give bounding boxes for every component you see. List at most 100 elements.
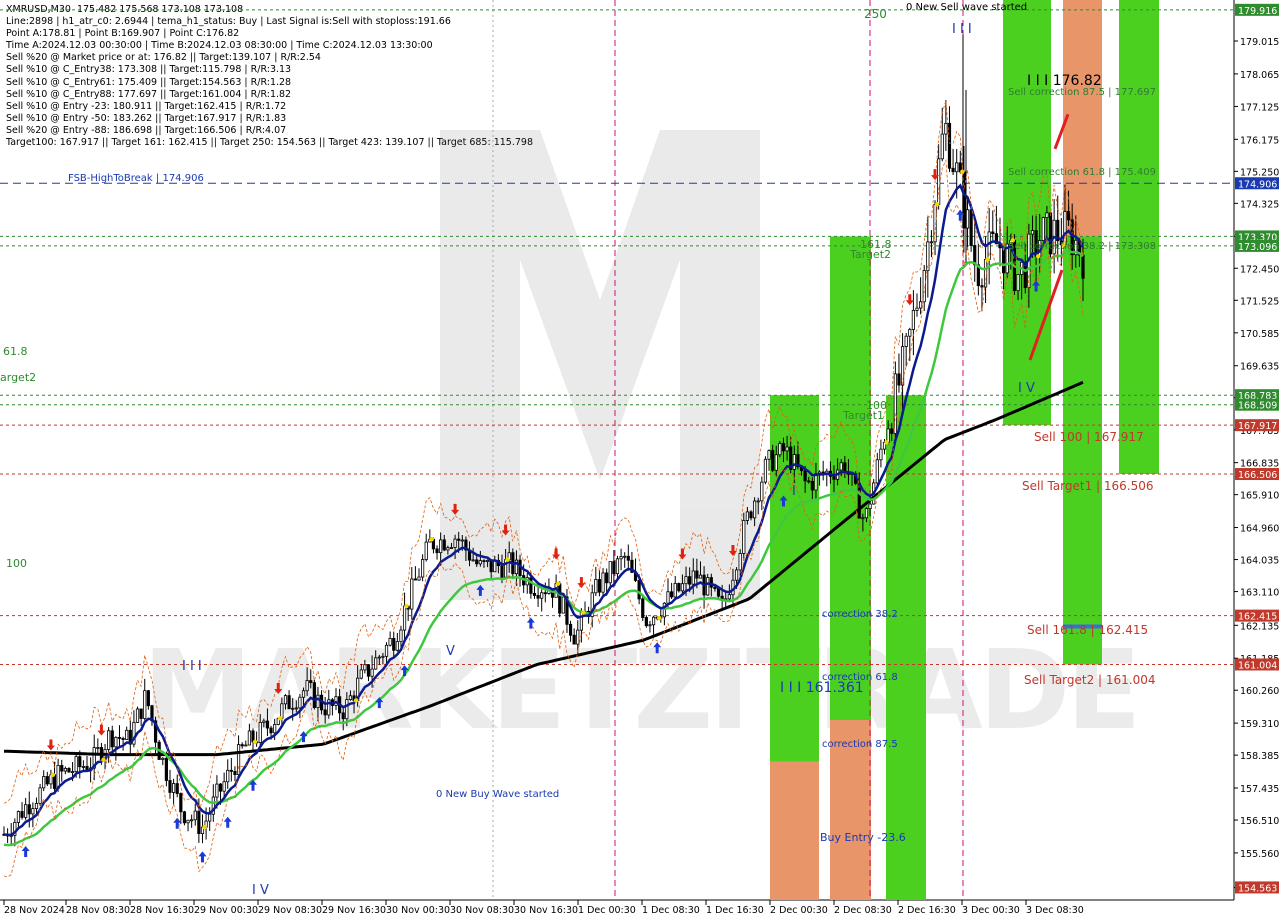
candle-body: [399, 629, 403, 643]
y-tick-label: 155.560: [1240, 849, 1279, 860]
y-tick-label: 159.310: [1240, 719, 1279, 730]
signal-dot: [252, 739, 258, 745]
price-tag-label: 167.917: [1238, 421, 1277, 432]
candle-body: [117, 737, 122, 739]
candle-body: [291, 707, 295, 710]
candle-body: [803, 470, 807, 482]
candle-body: [641, 598, 645, 618]
candle-body: [861, 517, 865, 520]
buy-arrow-icon: [223, 816, 232, 828]
candle-body: [1066, 211, 1071, 221]
chart-annotation: Sell correction 38.2 | 173.308: [1008, 241, 1156, 252]
price-chart[interactable]: MARKETZITRADE FSB-HighToBreak | 174.906 0 …: [0, 0, 1280, 920]
candle-body: [691, 570, 695, 585]
candle-body: [81, 766, 85, 768]
candle-body: [864, 508, 869, 519]
candle-body: [940, 133, 944, 160]
y-tick-label: 164.035: [1240, 556, 1279, 567]
candle-body: [915, 307, 919, 311]
candle-body: [388, 637, 392, 646]
candle-body: [60, 765, 64, 772]
candle-body: [363, 664, 367, 671]
candle-body: [626, 555, 630, 561]
candle-body: [56, 765, 60, 789]
candle-body: [265, 720, 270, 729]
signal-dot: [960, 169, 965, 174]
candle-body: [161, 757, 165, 760]
candle-body: [52, 774, 57, 789]
chart-annotation: I: [792, 484, 796, 499]
candle-body: [695, 570, 699, 579]
candle-body: [341, 712, 345, 720]
signal-dot: [1035, 254, 1041, 259]
candle-body: [532, 592, 537, 596]
candle-body: [911, 310, 915, 330]
candle-body: [172, 783, 176, 793]
candle-body: [897, 373, 901, 386]
signal-zone: [770, 761, 819, 900]
candle-body: [615, 558, 620, 575]
candle-body: [839, 462, 843, 471]
candle-body: [402, 605, 407, 631]
candle-body: [215, 783, 219, 798]
candle-body: [70, 771, 75, 773]
candle-body: [644, 617, 648, 627]
candle-body: [175, 783, 179, 794]
candle-body: [240, 744, 244, 747]
y-tick-label: 177.125: [1240, 102, 1279, 113]
candle-body: [348, 695, 353, 700]
watermark: MARKETZITRADE: [143, 130, 1141, 754]
candle-body: [146, 690, 150, 707]
signal-dot: [555, 581, 561, 586]
candle-body: [568, 623, 573, 636]
y-tick-label: 162.135: [1240, 621, 1279, 632]
y-tick-label: 172.450: [1240, 264, 1279, 275]
watermark-text: MARKETZITRADE: [143, 626, 1138, 754]
chart-annotation: 0 New Buy Wave started: [436, 789, 559, 800]
x-tick-label: 28 Nov 16:30: [130, 905, 194, 916]
candle-body: [366, 664, 371, 677]
chart-annotation: 161.8: [860, 238, 892, 251]
chart-annotation: correction 87.5: [822, 739, 898, 750]
candle-body: [24, 804, 28, 818]
signal-dot: [505, 557, 510, 562]
candle-body: [67, 768, 71, 773]
candle-body: [1041, 217, 1045, 241]
candle-body: [63, 768, 67, 772]
x-tick-label: 30 Nov 16:30: [514, 905, 578, 916]
candle-body: [233, 770, 237, 775]
candle-body: [572, 634, 576, 645]
buy-arrow-icon: [198, 851, 207, 863]
candle-body: [301, 690, 306, 698]
candle-body: [857, 483, 861, 519]
signal-dot: [202, 824, 207, 830]
candle-body: [543, 592, 547, 595]
price-tag-label: 161.004: [1238, 660, 1277, 671]
signal-zone: [1119, 0, 1159, 475]
price-tag-label: 162.415: [1238, 612, 1277, 623]
candle-body: [34, 802, 39, 810]
candle-body: [745, 511, 749, 521]
candle-body: [558, 583, 562, 614]
candle-body: [734, 569, 739, 581]
chart-annotation: 100: [6, 557, 27, 570]
candle-body: [951, 167, 955, 173]
chart-annotation: Sell Target1 | 166.506: [1022, 479, 1154, 493]
signal-dot: [934, 202, 940, 207]
chart-annotation: correction 61.8: [822, 672, 898, 683]
candle-body: [446, 547, 450, 551]
y-tick-label: 170.585: [1240, 329, 1279, 340]
candle-body: [540, 592, 544, 599]
candle-body: [1030, 230, 1035, 235]
price-tag-label: 173.096: [1238, 242, 1277, 253]
candle-body: [792, 454, 796, 470]
candle-body: [673, 583, 677, 598]
candle-body: [186, 819, 190, 824]
candle-body: [767, 450, 771, 460]
x-tick-label: 30 Nov 08:30: [450, 905, 514, 916]
y-tick-label: 157.435: [1240, 784, 1279, 795]
chart-annotation: correction 38.2: [822, 609, 898, 620]
x-tick-label: 3 Dec 08:30: [1026, 905, 1084, 916]
signal-dot: [884, 440, 889, 445]
candle-body: [269, 727, 273, 734]
